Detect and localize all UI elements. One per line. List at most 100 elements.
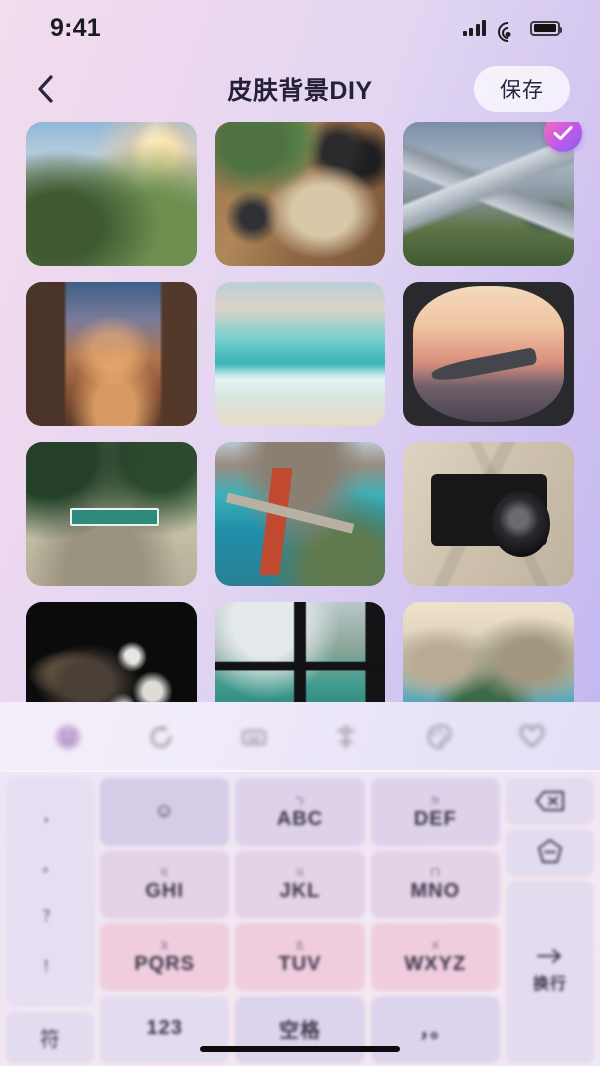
keyboard-left-column: ， 。 ？ ！ 符 — [6, 778, 94, 1062]
heart-tool[interactable] — [509, 714, 555, 760]
star-shape-icon — [538, 838, 562, 863]
key-abc-sub: ㄅ — [294, 795, 306, 807]
nav-bar: 皮肤背景DIY 保存 — [0, 56, 600, 122]
check-icon — [553, 126, 573, 140]
keyboard-row: ☺ ㄅ ABC ㄉ DEF — [100, 778, 500, 845]
photo-airplane-window-wing[interactable] — [403, 282, 574, 426]
key-ghi[interactable]: ㄍ GHI — [100, 850, 230, 917]
punctuation-key[interactable]: ， 。 ？ ！ — [6, 778, 94, 1006]
backspace-key[interactable] — [506, 778, 594, 824]
photo-turquoise-beach[interactable] — [214, 282, 386, 426]
status-icons — [462, 17, 562, 47]
photo-palm-street-sign[interactable] — [26, 442, 197, 586]
grid-cell[interactable] — [403, 602, 574, 702]
heart-icon — [519, 724, 544, 748]
enter-key-label: 换行 — [532, 976, 567, 994]
background-gallery[interactable] — [0, 122, 600, 702]
keyboard-tool[interactable] — [231, 714, 277, 760]
key-pqrs-label: PQRS — [134, 952, 195, 975]
key-abc[interactable]: ㄅ ABC — [235, 778, 365, 845]
symbol-key[interactable]: 符 — [6, 1012, 94, 1062]
key-mno-sub: ㄇ — [430, 868, 441, 880]
grid-cell[interactable] — [26, 282, 197, 426]
palette-icon — [427, 724, 452, 749]
keyboard-row: ㄆ PQRS ㄊ TUV ㄨ WXYZ — [100, 923, 500, 990]
refresh-tool[interactable] — [138, 714, 184, 760]
key-jkl-sub: ㄐ — [294, 868, 306, 880]
photo-grid — [26, 122, 582, 702]
key-spacebar[interactable]: 空格 — [235, 995, 365, 1062]
key-abc-label: ABC — [276, 807, 324, 830]
grid-cell[interactable] — [26, 122, 197, 266]
key-def[interactable]: ㄉ DEF — [370, 778, 500, 845]
key-comma[interactable]: ，。 — [370, 995, 500, 1062]
palette-tool[interactable] — [416, 714, 462, 760]
grid-cell[interactable] — [214, 442, 386, 586]
keyboard-main-grid: ☺ ㄅ ABC ㄉ DEF ㄍ GHI ㄐ JKL ㄇ MNO ㄆ PQRS ㄊ… — [100, 778, 500, 1062]
keyboard-row: ㄍ GHI ㄐ JKL ㄇ MNO — [100, 850, 500, 917]
keyboard-row: 123 空格 ，。 — [100, 995, 500, 1062]
refresh-icon — [150, 725, 172, 748]
grid-cell[interactable] — [26, 602, 197, 702]
punct-glyph: 。 — [42, 857, 58, 875]
back-button[interactable] — [22, 66, 68, 112]
key-wxyz[interactable]: ㄨ WXYZ — [370, 923, 500, 990]
key-wxyz-sub: ㄨ — [430, 940, 441, 952]
sticker-tool[interactable] — [45, 714, 91, 760]
grid-cell[interactable] — [26, 442, 197, 586]
status-time: 9:41 — [50, 13, 101, 42]
key-wxyz-label: WXYZ — [404, 952, 467, 975]
save-button[interactable]: 保存 — [474, 66, 570, 112]
photo-lake-window-boat[interactable] — [214, 602, 386, 702]
photo-green-valley-sunrise[interactable] — [26, 122, 197, 266]
home-indicator — [200, 1046, 400, 1052]
chevron-left-icon — [38, 75, 53, 103]
key-emoji[interactable]: ☺ — [100, 778, 230, 845]
onscreen-keyboard[interactable]: ，。 ？ ！ 符 ☺ ㄅ ABC ㄉ DEF ㄍ GHI ㄐ JKL ㄇ MNO ㄆ… — [0, 770, 600, 1066]
photo-vintage-camera-map[interactable] — [403, 442, 574, 586]
key-pqrs[interactable]: ㄆ PQRS — [100, 923, 230, 990]
wifi-icon — [493, 17, 523, 47]
key-tuv-sub: ㄊ — [294, 940, 306, 952]
key-emoji-label: ☺ — [153, 799, 176, 822]
key-jkl-label: JKL — [279, 880, 321, 903]
keyboard-right-column: 换行 — [506, 778, 594, 1062]
adjust-icon — [337, 725, 356, 749]
key-mno[interactable]: ㄇ MNO — [370, 850, 500, 917]
key-def-sub: ㄉ — [430, 795, 441, 807]
grid-cell[interactable] — [403, 122, 582, 266]
grid-cell[interactable] — [214, 602, 386, 702]
photo-golden-gate-bridge[interactable] — [214, 442, 386, 586]
key-jkl[interactable]: ㄐ JKL — [235, 850, 365, 917]
cellular-signal-icon — [462, 20, 486, 36]
enter-icon — [537, 949, 561, 964]
photo-backpack-dark-flatlay[interactable] — [26, 602, 197, 702]
grid-cell[interactable] — [403, 282, 574, 426]
grid-cell[interactable] — [214, 282, 386, 426]
key-123-label: 123 — [146, 1017, 183, 1040]
key-comma-label: ，。 — [419, 1020, 452, 1043]
grid-cell[interactable] — [214, 122, 386, 266]
mode-key[interactable] — [506, 829, 594, 875]
photo-rio-coastline[interactable] — [403, 602, 574, 702]
key-tuv-label: TUV — [278, 952, 322, 975]
grid-cell[interactable] — [403, 442, 574, 586]
photo-travel-desk-flatlay[interactable] — [214, 122, 386, 266]
key-123[interactable]: 123 — [100, 995, 230, 1062]
backspace-icon — [535, 790, 564, 811]
keyboard-icon — [241, 730, 266, 745]
enter-key[interactable]: 换行 — [506, 880, 594, 1062]
key-tuv[interactable]: ㄊ TUV — [235, 923, 365, 990]
photo-kyoto-street-pagoda[interactable] — [26, 282, 197, 426]
key-ghi-sub: ㄍ — [159, 868, 170, 880]
punct-glyph: ！ — [42, 957, 58, 975]
symbol-key-label: 符 — [40, 1028, 60, 1051]
key-mno-label: MNO — [410, 880, 461, 903]
battery-icon — [530, 20, 562, 36]
key-ghi-label: GHI — [145, 880, 184, 903]
punct-glyph: ？ — [42, 907, 58, 925]
key-pqrs-sub: ㄆ — [159, 940, 170, 952]
editor-toolbar[interactable] — [0, 702, 600, 772]
adjust-tool[interactable] — [323, 714, 369, 760]
sticker-icon — [56, 725, 81, 749]
